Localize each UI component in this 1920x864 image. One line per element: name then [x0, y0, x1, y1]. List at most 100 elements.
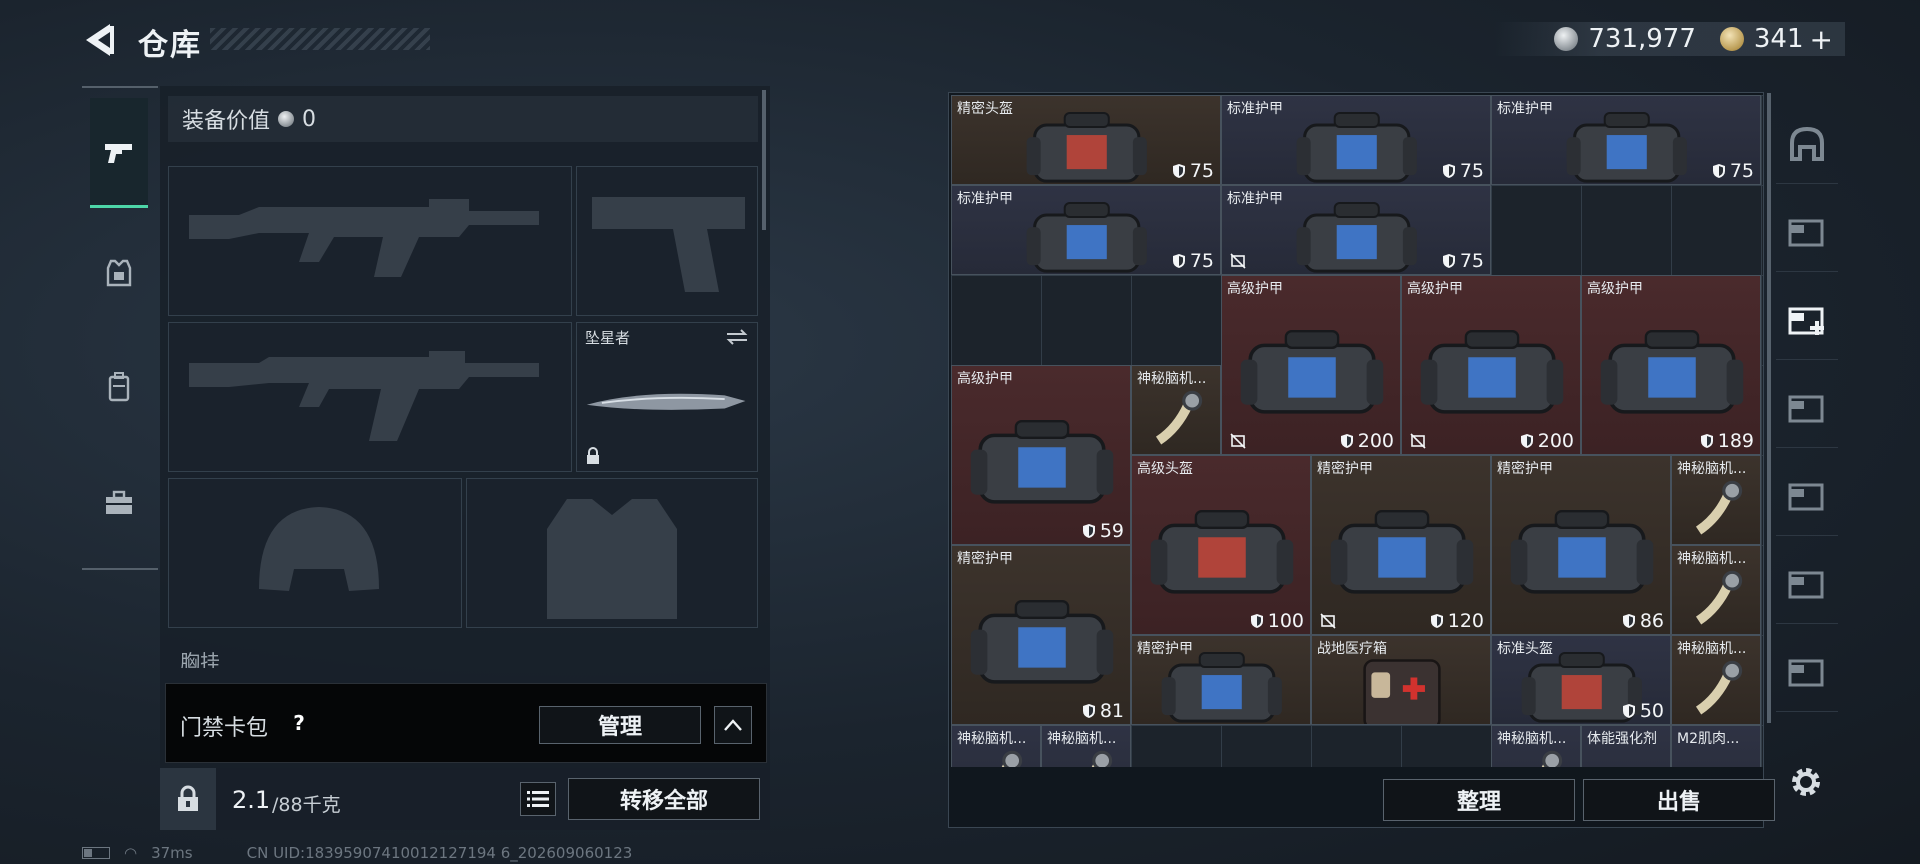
armor-bag-icon — [1150, 510, 1294, 595]
gold-balance: 341 — [1753, 24, 1804, 54]
stash-item[interactable]: 战地医疗箱 — [1311, 635, 1491, 725]
chest-rig-slot[interactable]: 胸挂 — [168, 646, 758, 668]
item-durability: 75 — [1442, 250, 1484, 272]
container-rail — [1776, 104, 1838, 744]
manage-button[interactable]: 管理 — [539, 706, 701, 744]
add-currency-button[interactable]: + — [1810, 23, 1833, 56]
stash-item[interactable]: 高级护甲 200 — [1221, 275, 1401, 455]
settings-button[interactable] — [1786, 762, 1826, 802]
item-name: 精密护甲 — [1317, 461, 1373, 477]
no-trade-icon — [1320, 613, 1336, 629]
help-button[interactable]: ? — [284, 708, 314, 738]
tab-weapons[interactable] — [90, 98, 148, 208]
helmet-slot[interactable] — [168, 478, 462, 628]
container-tab[interactable] — [1776, 456, 1838, 536]
back-button[interactable] — [80, 20, 120, 60]
durability-value: 75 — [1459, 160, 1484, 182]
item-durability: 81 — [1082, 700, 1124, 722]
access-card-bar: 门禁卡包 ? 管理 — [165, 683, 767, 763]
weight-lock-toggle[interactable] — [160, 768, 216, 830]
stash-item[interactable]: 精密护甲 — [1131, 635, 1311, 725]
backpack-icon — [108, 372, 130, 402]
stash-item[interactable]: 高级护甲 189 — [1581, 275, 1761, 455]
shield-icon — [1172, 164, 1185, 178]
stash-item[interactable]: 体能强化剂 — [1581, 725, 1671, 767]
primary-weapon-slot[interactable] — [168, 166, 572, 316]
item-name: 精密护甲 — [957, 551, 1013, 567]
stash-item[interactable]: 神秘脑机... — [1671, 455, 1761, 545]
stash-item[interactable]: 神秘脑机... — [1041, 725, 1131, 767]
melee-slot[interactable]: 坠星者 — [576, 322, 758, 472]
container-tab[interactable] — [1776, 280, 1838, 360]
stash-item[interactable]: 标准护甲 75 — [951, 185, 1221, 275]
battery-icon — [82, 847, 110, 859]
equipment-category-tabs — [82, 86, 158, 570]
durability-value: 200 — [1537, 430, 1574, 452]
vest-silhouette-icon — [547, 499, 677, 619]
stash-item[interactable]: 标准护甲 75 — [1221, 185, 1491, 275]
gti-case-1-icon — [1788, 395, 1824, 422]
container-tab[interactable] — [1776, 632, 1838, 712]
stash-item[interactable]: 精密护甲 86 — [1491, 455, 1671, 635]
durability-value: 59 — [1099, 520, 1124, 542]
stash-item[interactable]: 精密头盔 75 — [951, 95, 1221, 185]
gti-case-3-icon — [1788, 571, 1824, 598]
stash-item[interactable]: 标准护甲 75 — [1491, 95, 1761, 185]
stash-item[interactable]: 神秘脑机... — [1671, 635, 1761, 725]
sell-button[interactable]: 出售 — [1583, 779, 1775, 821]
sort-button[interactable]: 整理 — [1383, 779, 1575, 821]
container-tab[interactable] — [1776, 544, 1838, 624]
chip-icon — [1001, 750, 1022, 767]
container-tab[interactable] — [1776, 104, 1838, 184]
item-durability: 200 — [1520, 430, 1574, 452]
swap-icon[interactable] — [725, 329, 749, 345]
tab-tools[interactable] — [90, 448, 148, 558]
stash-item[interactable]: 精密护甲 120 — [1311, 455, 1491, 635]
gear-icon — [1792, 768, 1820, 796]
item-durability: 100 — [1250, 610, 1304, 632]
item-name: 高级头盔 — [1137, 461, 1193, 477]
user-uid: CN UID:18395907410012127194 6_2026090601… — [246, 844, 633, 862]
wifi-icon: ◠ — [124, 844, 138, 862]
equipment-scrollbar[interactable] — [762, 90, 766, 230]
chevron-up-icon — [724, 719, 742, 731]
stash-item[interactable]: 神秘脑机... — [951, 725, 1041, 767]
stash-item[interactable]: 神秘脑机... — [1671, 545, 1761, 635]
status-bar: ◠ 37ms CN UID:18395907410012127194 6_202… — [82, 844, 632, 862]
stash-item[interactable]: 神秘脑机... — [1131, 365, 1221, 455]
item-name: 战地医疗箱 — [1317, 641, 1387, 657]
stash-item[interactable]: 标准护甲 75 — [1221, 95, 1491, 185]
item-durability: 200 — [1340, 430, 1394, 452]
stash-scrollbar[interactable] — [1767, 93, 1771, 723]
armor-bag-icon — [1026, 111, 1148, 183]
shield-icon — [1082, 524, 1095, 538]
stash-item[interactable]: 标准头盔 50 — [1491, 635, 1671, 725]
body-armor-slot[interactable] — [466, 478, 758, 628]
shield-icon — [1700, 434, 1713, 448]
pistol-slot[interactable] — [576, 166, 758, 316]
item-durability: 75 — [1712, 160, 1754, 182]
stash-item[interactable]: 高级头盔 100 — [1131, 455, 1311, 635]
stash-item[interactable]: 高级护甲 59 — [951, 365, 1131, 545]
secondary-weapon-slot[interactable] — [168, 322, 572, 472]
durability-value: 100 — [1267, 610, 1304, 632]
stash-item[interactable]: 高级护甲 200 — [1401, 275, 1581, 455]
stash-item[interactable]: 神秘脑机... — [1491, 725, 1581, 767]
tab-backpack[interactable] — [90, 332, 148, 442]
shield-icon — [1712, 164, 1725, 178]
container-tab[interactable] — [1776, 192, 1838, 272]
shield-icon — [1340, 434, 1353, 448]
item-durability: 120 — [1430, 610, 1484, 632]
container-tab[interactable] — [1776, 368, 1838, 448]
transfer-all-button[interactable]: 转移全部 — [568, 778, 760, 820]
stash-item[interactable]: 精密护甲 81 — [951, 545, 1131, 725]
chip-icon — [1155, 390, 1202, 445]
armor-bag-icon — [970, 420, 1114, 505]
armor-bag-icon — [1330, 510, 1474, 595]
shield-icon — [1622, 614, 1635, 628]
tab-armor[interactable] — [90, 218, 148, 328]
stash-item[interactable]: M2肌肉... — [1671, 725, 1761, 767]
list-view-button[interactable] — [520, 782, 556, 816]
armor-bag-icon — [1296, 111, 1418, 183]
collapse-button[interactable] — [714, 706, 752, 744]
